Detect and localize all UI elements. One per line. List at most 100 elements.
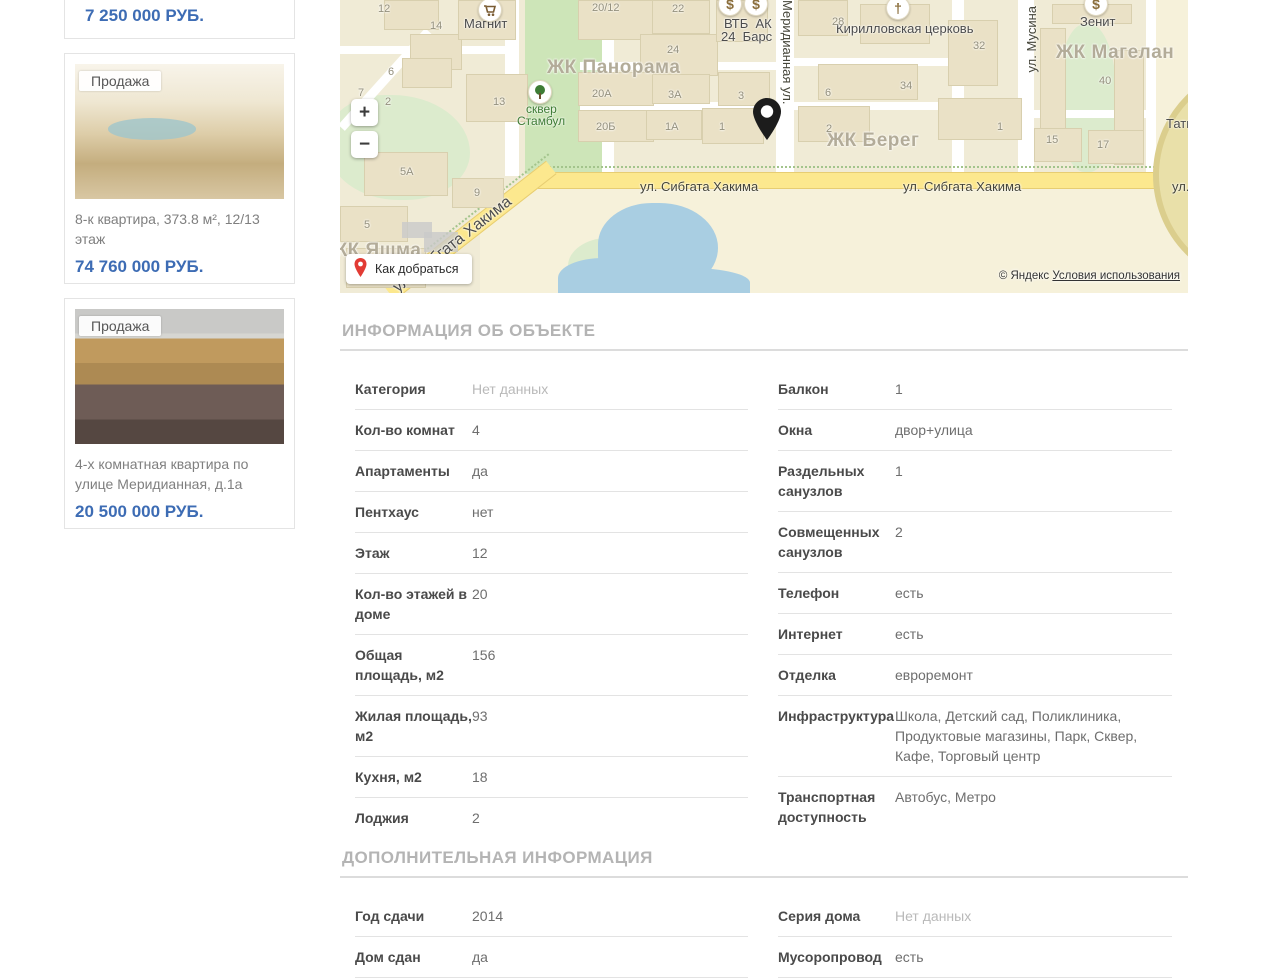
map-marker-pin-icon bbox=[752, 98, 782, 145]
additional-info-section: ДОПОЛНИТЕЛЬНАЯ ИНФОРМАЦИЯ Год сдачи 2014 Д… bbox=[340, 848, 1188, 978]
map-label: 20/12 bbox=[592, 2, 620, 14]
map-label: 20А bbox=[592, 88, 612, 100]
map-label: Меридианная ул. bbox=[780, 0, 795, 105]
map-label: 5 bbox=[364, 219, 371, 231]
info-row: Отделка евроремонт bbox=[778, 655, 1172, 696]
info-label: Апартаменты bbox=[355, 463, 450, 479]
shopping-cart-icon bbox=[478, 0, 502, 22]
listing-price: 7 250 000 РУБ. bbox=[85, 6, 204, 25]
listing-card[interactable]: Продажа 8-к квартира, 373.8 м², 12/13 эт… bbox=[64, 53, 295, 284]
info-row: Телефон есть bbox=[778, 573, 1172, 614]
listings-sidebar: 7 250 000 РУБ. Продажа 8-к квартира, 373… bbox=[64, 0, 295, 543]
section-title: ДОПОЛНИТЕЛЬНАЯ ИНФОРМАЦИЯ bbox=[340, 848, 1188, 878]
sale-badge: Продажа bbox=[79, 316, 162, 336]
listing-title: 4-х комнатная квартира по улице Меридиан… bbox=[75, 456, 249, 492]
listing-price: 74 760 000 РУБ. bbox=[75, 257, 204, 276]
yandex-map[interactable]: ЖК ПанорамаЖК БерегЖК МагеланЖК ЯшмаМагн… bbox=[340, 0, 1188, 293]
info-value: есть bbox=[895, 585, 924, 601]
listing-card[interactable]: 7 250 000 РУБ. bbox=[64, 0, 295, 39]
map-copyright-text: © Яндекс bbox=[998, 270, 1050, 282]
info-value: 18 bbox=[472, 769, 488, 785]
info-value: 20 bbox=[472, 586, 488, 602]
info-label: Жилая площадь, м2 bbox=[355, 708, 472, 744]
map-label: 12 bbox=[378, 3, 391, 15]
map-shape-bld bbox=[340, 206, 408, 242]
map-shape-wat bbox=[558, 258, 648, 293]
listing-price: 20 500 000 РУБ. bbox=[75, 502, 204, 521]
map-label: 3А bbox=[668, 89, 682, 101]
info-row: Инфраструктура Школа, Детский сад, Поликл… bbox=[778, 696, 1172, 777]
map-label: 1 bbox=[997, 121, 1004, 133]
sale-badge: Продажа bbox=[79, 71, 162, 91]
info-row: Мусоропровод есть bbox=[778, 937, 1172, 978]
route-pin-icon bbox=[354, 258, 367, 280]
map-label: 32 bbox=[973, 40, 986, 52]
map-label: ЖК Берег bbox=[827, 130, 920, 151]
info-row: Апартаменты да bbox=[355, 451, 748, 492]
map-shape-bld bbox=[402, 58, 452, 88]
map-zoom-in-button[interactable]: + bbox=[351, 99, 378, 126]
info-value: 12 bbox=[472, 545, 488, 561]
info-label: Кухня, м2 bbox=[355, 769, 422, 785]
info-label: Раздельных санузлов bbox=[778, 463, 865, 499]
info-value: 93 bbox=[472, 708, 488, 724]
listing-photo: Продажа bbox=[75, 309, 284, 444]
map-label: 6 bbox=[825, 87, 832, 99]
map-label: 40 bbox=[1099, 75, 1112, 87]
info-row: Жилая площадь, м2 93 bbox=[355, 696, 748, 757]
info-value: Нет данных bbox=[472, 381, 549, 397]
info-row: Раздельных санузлов 1 bbox=[778, 451, 1172, 512]
map-label: Татн bbox=[1166, 116, 1188, 131]
route-button-label: Как добраться bbox=[375, 262, 459, 276]
info-value: нет bbox=[472, 504, 494, 520]
map-label: 17 bbox=[1097, 139, 1110, 151]
map-shape-bld bbox=[578, 110, 654, 142]
map-shape-dots bbox=[538, 166, 1186, 169]
map-label: 28 bbox=[832, 16, 845, 28]
info-value: Нет данных bbox=[895, 908, 972, 924]
info-row: Транспортная доступность Автобус, Метро bbox=[778, 777, 1172, 837]
info-value: двор+улица bbox=[895, 422, 973, 438]
info-label: Кол-во этажей в доме bbox=[355, 586, 467, 622]
info-label: Категория bbox=[355, 381, 426, 397]
map-label: 15 bbox=[1046, 134, 1059, 146]
info-value: есть bbox=[895, 949, 924, 965]
map-zoom-out-button[interactable]: − bbox=[351, 131, 378, 158]
route-button[interactable]: Как добраться bbox=[346, 254, 473, 284]
map-label: 3 bbox=[738, 90, 745, 102]
map-label: Стамбул bbox=[517, 114, 566, 128]
park-tree-icon bbox=[528, 80, 552, 104]
info-row: Интернет есть bbox=[778, 614, 1172, 655]
info-row: Год сдачи 2014 bbox=[355, 896, 748, 937]
map-label: ул. bbox=[1172, 179, 1188, 194]
map-shape-bld bbox=[938, 98, 1022, 140]
info-label: Год сдачи bbox=[355, 908, 425, 924]
info-value: 2 bbox=[472, 810, 480, 826]
info-label: Балкон bbox=[778, 381, 829, 397]
main-content: ЖК ПанорамаЖК БерегЖК МагеланЖК ЯшмаМагн… bbox=[340, 0, 1188, 978]
map-label: 14 bbox=[430, 20, 443, 32]
info-column-right: Серия дома Нет данных Мусоропровод есть bbox=[778, 896, 1172, 978]
listing-card[interactable]: Продажа 4-х комнатная квартира по улице … bbox=[64, 298, 295, 529]
map-label: 5А bbox=[400, 166, 414, 178]
info-column-left: Год сдачи 2014 Дом сдан да bbox=[355, 896, 748, 978]
map-label: ЖК Панорама bbox=[547, 57, 681, 78]
map-label: Зенит bbox=[1080, 14, 1116, 29]
info-label: Этаж bbox=[355, 545, 390, 561]
terms-of-use-link[interactable]: Условия использования bbox=[1052, 270, 1180, 282]
info-label: Интернет bbox=[778, 626, 843, 642]
info-column-right: Балкон 1 Окна двор+улица Раздельных санузлов… bbox=[778, 369, 1172, 838]
map-label: 24 bbox=[667, 44, 680, 56]
info-label: Серия дома bbox=[778, 908, 861, 924]
map-label: Кирилловская церковь bbox=[836, 21, 974, 36]
object-info-section: ИНФОРМАЦИЯ ОБ ОБЪЕКТЕ Категория Нет данны… bbox=[340, 321, 1188, 838]
map-label: ул. Мусина bbox=[1024, 6, 1039, 73]
map-shape-wat bbox=[640, 268, 750, 293]
info-label: Пентхаус bbox=[355, 504, 419, 520]
section-title: ИНФОРМАЦИЯ ОБ ОБЪЕКТЕ bbox=[340, 321, 1188, 351]
map-shape-yrd bbox=[538, 172, 1188, 189]
map-label: 13 bbox=[493, 96, 506, 108]
map-label: ул. Сибгата Хакима bbox=[640, 179, 759, 194]
map-label: 6 bbox=[388, 66, 395, 78]
info-label: Общая площадь, м2 bbox=[355, 647, 444, 683]
